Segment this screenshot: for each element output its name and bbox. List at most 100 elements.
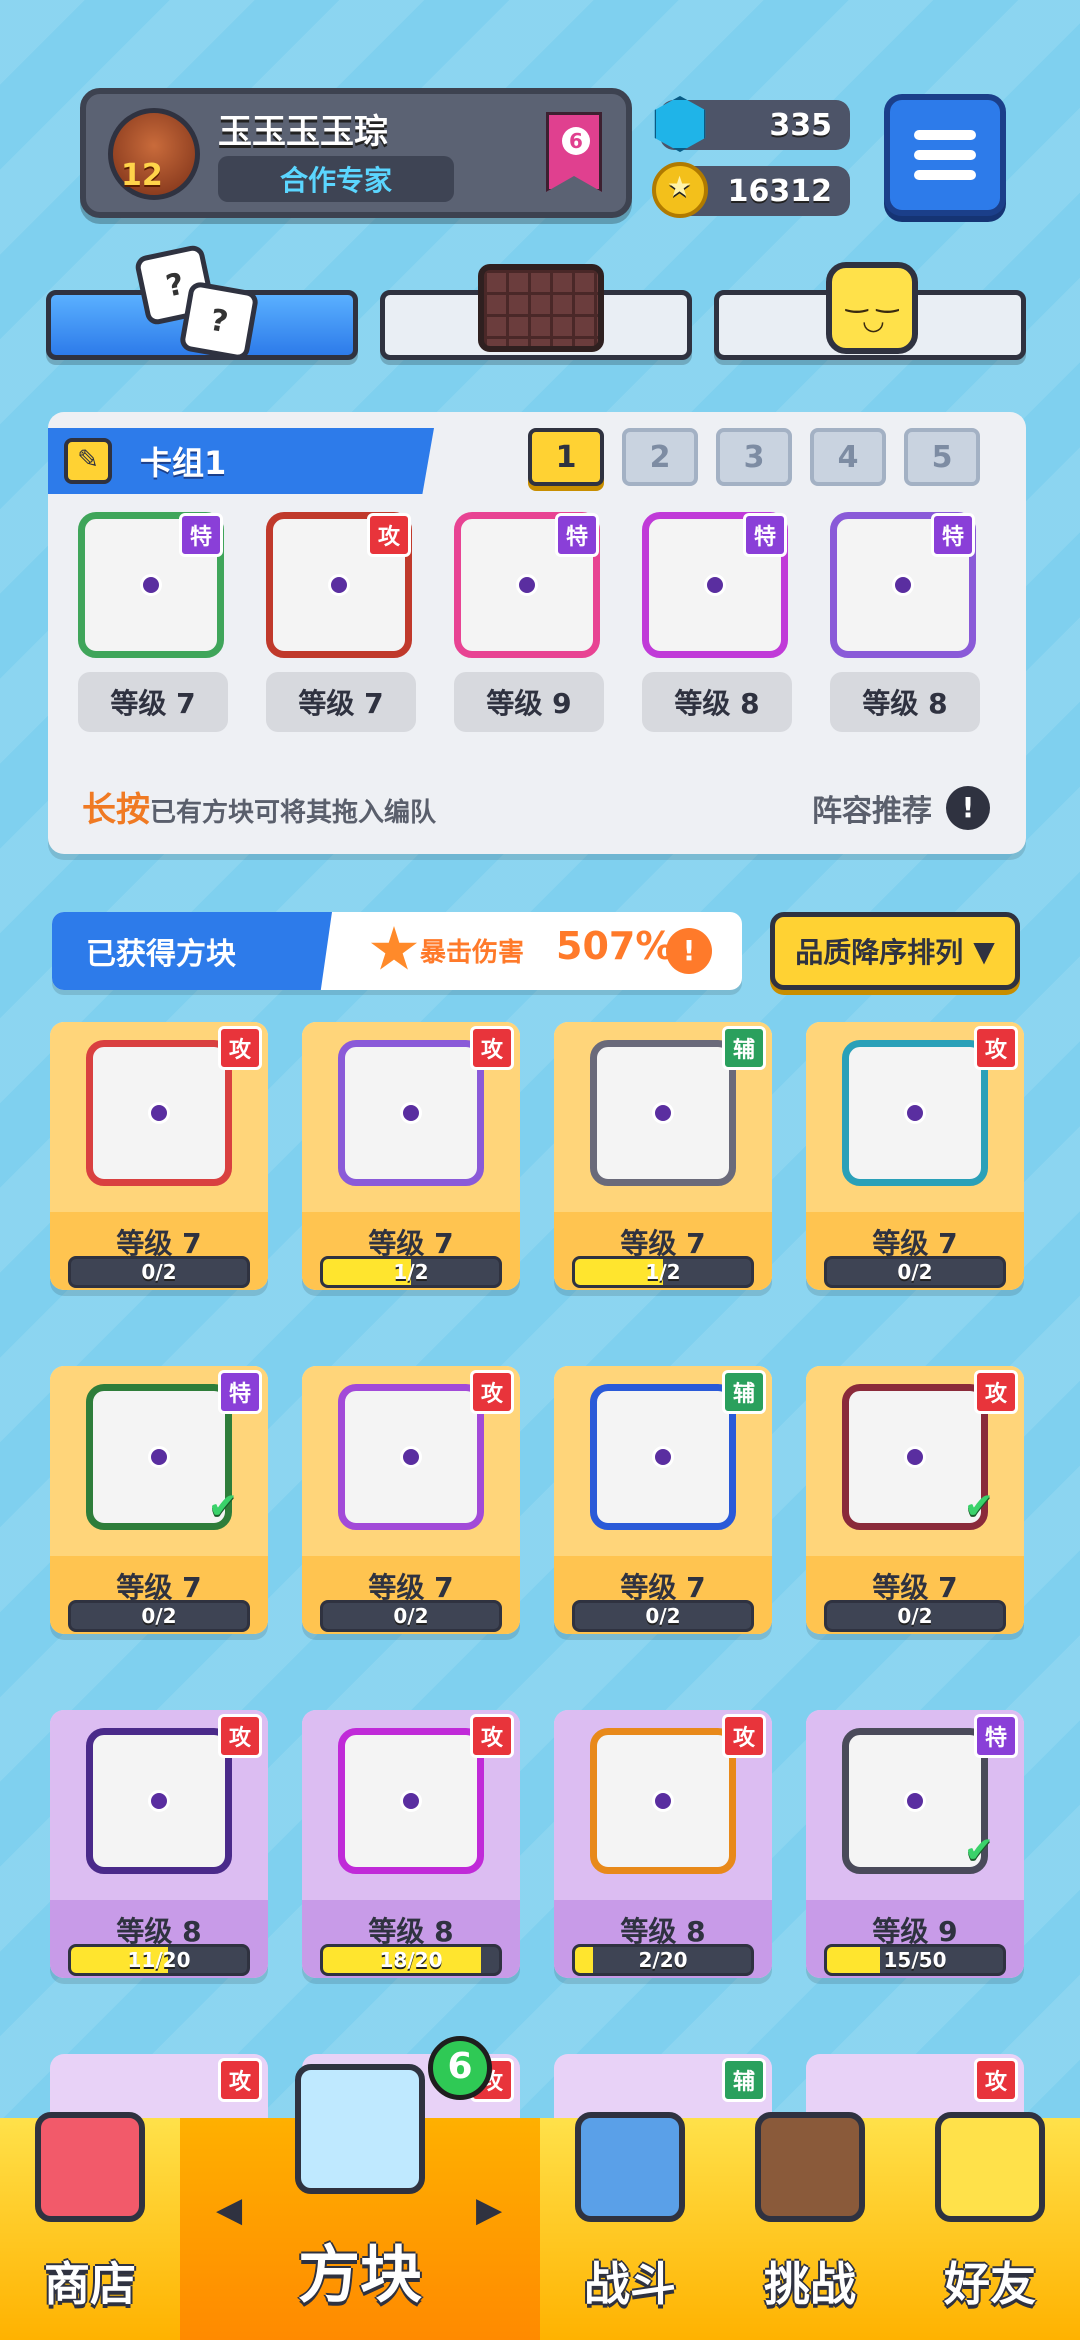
- upgrade-progress-bar: 2/20: [572, 1944, 754, 1976]
- upgrade-progress-bar: 1/2: [320, 1256, 502, 1288]
- block-type-tag: 辅: [722, 1026, 766, 1070]
- block-art: [338, 1384, 484, 1530]
- owned-block-card[interactable]: 攻 ✔ 等级 7 0/2: [806, 1366, 1024, 1634]
- deck-card[interactable]: 攻等级 7: [266, 512, 416, 732]
- nav-shop[interactable]: 商店: [0, 2112, 180, 2340]
- arrow-left-icon[interactable]: ◀: [216, 2190, 242, 2230]
- block-art: 特: [454, 512, 600, 658]
- block-art: 特: [78, 512, 224, 658]
- deck-slot-4[interactable]: 4: [810, 428, 886, 486]
- player-avatar[interactable]: 12: [108, 108, 200, 200]
- deck-slot-5[interactable]: 5: [904, 428, 980, 486]
- battle-icon: [575, 2112, 685, 2222]
- nav-friends[interactable]: 好友: [900, 2112, 1080, 2340]
- block-art: [590, 1728, 736, 1874]
- caret-down-icon: ▼: [973, 934, 995, 968]
- upgrade-progress-bar: 0/2: [824, 1600, 1006, 1632]
- upgrade-progress-bar: 0/2: [68, 1600, 250, 1632]
- block-art: [590, 1040, 736, 1186]
- owned-block-card[interactable]: 攻等级 7 1/2: [302, 1022, 520, 1290]
- block-type-tag: 特: [931, 513, 975, 557]
- deck-card[interactable]: 特等级 8: [830, 512, 980, 732]
- nav-battle[interactable]: 战斗: [540, 2112, 720, 2340]
- block-core-icon: [904, 1446, 926, 1468]
- deck-slot-3[interactable]: 3: [716, 428, 792, 486]
- upgrade-progress-bar: 18/20: [320, 1944, 502, 1976]
- block-type-tag: 特: [743, 513, 787, 557]
- player-name: 玉玉玉玉琮: [218, 112, 388, 152]
- block-type-tag: 攻: [470, 1370, 514, 1414]
- block-type-tag: 攻: [722, 1714, 766, 1758]
- progress-text: 0/2: [645, 1604, 681, 1628]
- block-art: 特: [830, 512, 976, 658]
- bottom-nav: 商店 方块 战斗 挑战 好友: [0, 2064, 1080, 2340]
- menu-button[interactable]: [884, 94, 1006, 216]
- gem-counter[interactable]: 335: [654, 96, 850, 152]
- progress-text: 18/20: [379, 1948, 443, 1972]
- equipped-check-icon: ✔: [207, 1486, 238, 1527]
- notification-badge: 6: [428, 2036, 492, 2100]
- progress-text: 11/20: [127, 1948, 191, 1972]
- block-type-tag: 特: [179, 513, 223, 557]
- progress-text: 0/2: [897, 1260, 933, 1284]
- block-type-tag: 辅: [722, 1370, 766, 1414]
- owned-block-card[interactable]: 辅等级 7 1/2: [554, 1022, 772, 1290]
- block-core-icon: [148, 1790, 170, 1812]
- block-core-icon: [652, 1102, 674, 1124]
- block-art: [86, 1728, 232, 1874]
- owned-block-card[interactable]: 攻等级 8 18/20: [302, 1710, 520, 1978]
- owned-header: 已获得方块 暴击伤害 507% !: [52, 912, 742, 990]
- challenge-icon: [755, 2112, 865, 2222]
- progress-text: 0/2: [897, 1604, 933, 1628]
- nav-challenge[interactable]: 挑战: [720, 2112, 900, 2340]
- owned-block-card[interactable]: 特 ✔ 等级 7 0/2: [50, 1366, 268, 1634]
- gem-icon: [654, 96, 706, 152]
- block-art: [338, 1040, 484, 1186]
- deck-card[interactable]: 特等级 7: [78, 512, 228, 732]
- block-icon: [295, 2064, 425, 2194]
- owned-block-card[interactable]: 攻等级 8 2/20: [554, 1710, 772, 1978]
- dice-icon: ? ?: [133, 243, 260, 362]
- upgrade-progress-bar: 0/2: [572, 1600, 754, 1632]
- player-card[interactable]: 12 玉玉玉玉琮 合作专家 6: [80, 88, 632, 218]
- rank-ribbon-icon[interactable]: 6: [546, 112, 602, 192]
- lineup-recommend-button[interactable]: 阵容推荐 !: [812, 786, 990, 830]
- deck-slot-2[interactable]: 2: [622, 428, 698, 486]
- deck-card[interactable]: 特等级 9: [454, 512, 604, 732]
- deck-slot-1[interactable]: 1: [528, 428, 604, 486]
- owned-block-card[interactable]: 辅等级 7 0/2: [554, 1366, 772, 1634]
- block-core-icon: [704, 574, 726, 596]
- coin-counter[interactable]: 16312: [652, 162, 850, 218]
- deck-card-level: 等级 8: [830, 672, 980, 732]
- deck-hint-highlight: 长按: [82, 790, 150, 830]
- crit-damage-value: 507%: [556, 924, 674, 968]
- crit-info-icon[interactable]: !: [666, 928, 712, 974]
- deck-card-level: 等级 8: [642, 672, 792, 732]
- block-type-tag: 特: [218, 1370, 262, 1414]
- block-type-tag: 特: [974, 1714, 1018, 1758]
- deck-card[interactable]: 特等级 8: [642, 512, 792, 732]
- owned-block-card[interactable]: 攻等级 8 11/20: [50, 1710, 268, 1978]
- owned-block-card[interactable]: 特 ✔ 等级 9 15/50: [806, 1710, 1024, 1978]
- upgrade-progress-bar: 1/2: [572, 1256, 754, 1288]
- progress-text: 0/2: [141, 1260, 177, 1284]
- block-core-icon: [400, 1102, 422, 1124]
- owned-block-card[interactable]: 攻等级 7 0/2: [302, 1366, 520, 1634]
- arrow-right-icon[interactable]: ▶: [476, 2190, 502, 2230]
- nav-label: 好友: [944, 2257, 1036, 2311]
- player-title-badge: 合作专家: [218, 156, 454, 202]
- deck-panel: ✎ 卡组1 12345 特等级 7 攻等级 7 特等级 9 特等级 8 特等级 8 长按…: [48, 412, 1026, 854]
- upgrade-progress-bar: 0/2: [824, 1256, 1006, 1288]
- block-type-tag: 攻: [218, 1026, 262, 1070]
- friends-icon: [935, 2112, 1045, 2222]
- pencil-icon[interactable]: ✎: [64, 438, 112, 484]
- owned-block-card[interactable]: 攻等级 7 0/2: [806, 1022, 1024, 1290]
- owned-block-card[interactable]: 攻等级 7 0/2: [50, 1022, 268, 1290]
- block-type-tag: 攻: [470, 1026, 514, 1070]
- progress-text: 1/2: [645, 1260, 681, 1284]
- block-type-tag: 辅: [722, 2058, 766, 2102]
- upgrade-progress-bar: 0/2: [320, 1600, 502, 1632]
- deck-hint-text: 已有方块可将其拖入编队: [150, 798, 437, 828]
- sort-dropdown[interactable]: 品质降序排列 ▼: [770, 912, 1020, 990]
- block-core-icon: [904, 1102, 926, 1124]
